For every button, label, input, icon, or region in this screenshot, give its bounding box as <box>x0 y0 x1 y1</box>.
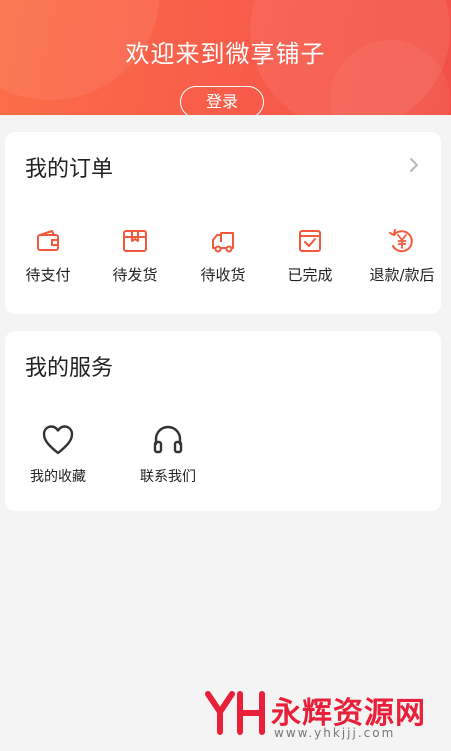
order-refund[interactable]: 退款/款后 <box>362 226 442 285</box>
wallet-icon <box>37 230 59 251</box>
my-services-card: 我的服务 我的收藏 联系我们 <box>5 331 441 511</box>
my-orders-card: 我的订单 待支付 待发货 待收货 已完成 退款/款后 <box>5 132 441 314</box>
order-label: 待支付 <box>25 266 71 284</box>
refund-yen-icon <box>389 229 413 253</box>
delivery-truck-icon <box>212 232 234 253</box>
heart-icon <box>42 425 74 455</box>
watermark-logo-icon <box>205 691 265 735</box>
login-button[interactable]: 登录 <box>180 86 264 115</box>
order-pending-shipment[interactable]: 待发货 <box>95 226 175 285</box>
watermark: 永辉资源网 www.yhkjjj.com <box>204 686 444 746</box>
order-pending-receipt[interactable]: 待收货 <box>183 226 263 285</box>
package-icon <box>123 230 147 252</box>
order-completed[interactable]: 已完成 <box>270 226 350 285</box>
order-label: 待收货 <box>200 266 246 284</box>
service-label: 我的收藏 <box>30 469 86 485</box>
service-label: 联系我们 <box>140 469 196 485</box>
chevron-right-icon[interactable] <box>407 156 421 174</box>
watermark-url: www.yhkjjj.com <box>274 726 396 740</box>
profile-header: 欢迎来到微享铺子 登录 <box>0 0 451 115</box>
headphones-icon <box>153 425 183 454</box>
order-label: 待发货 <box>112 266 158 284</box>
services-title: 我的服务 <box>25 356 114 381</box>
order-pending-payment[interactable]: 待支付 <box>8 226 88 285</box>
service-favorites[interactable]: 我的收藏 <box>13 422 103 486</box>
orders-title: 我的订单 <box>25 157 114 182</box>
order-label: 已完成 <box>287 266 333 284</box>
service-contact-us[interactable]: 联系我们 <box>123 422 213 486</box>
welcome-text: 欢迎来到微享铺子 <box>125 40 326 68</box>
completed-check-icon <box>299 230 321 252</box>
order-label: 退款/款后 <box>369 266 435 284</box>
